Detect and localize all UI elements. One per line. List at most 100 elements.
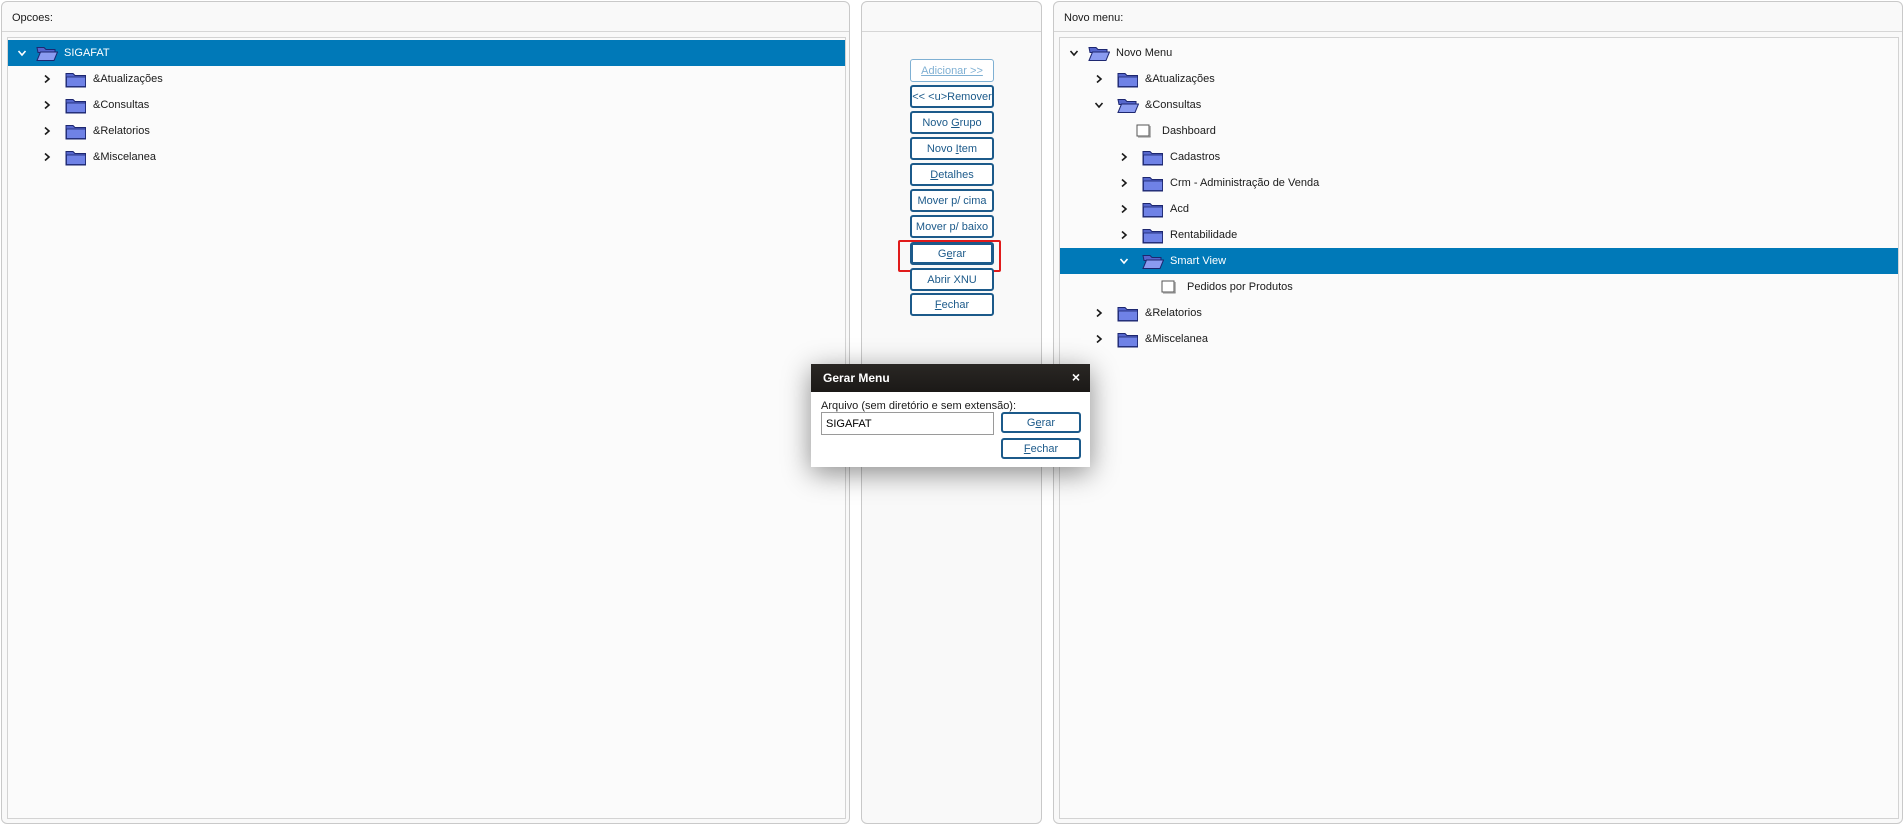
close-icon[interactable]: ×	[1072, 369, 1080, 385]
tree-item-consultas[interactable]: &Consultas	[8, 92, 845, 118]
actions-header	[862, 2, 1041, 32]
folder-icon	[1142, 174, 1164, 192]
label-part: Novo	[922, 116, 952, 129]
new-menu-panel: Novo menu: Novo Menu &Atualizações &Cons…	[1053, 1, 1903, 824]
chevron-right-icon[interactable]	[1118, 151, 1130, 163]
tree-item-label: &Consultas	[93, 99, 150, 111]
close-button[interactable]: Fechar	[910, 293, 994, 316]
tree-item-label: Rentabilidade	[1170, 229, 1238, 241]
tree-item-miscelanea[interactable]: &Miscelanea	[8, 144, 845, 170]
filename-label: Arquivo (sem diretório e sem extensão):	[821, 400, 1017, 412]
tree-item-label: SIGAFAT	[64, 47, 110, 59]
move-down-label: Mover p/ baixo	[915, 220, 989, 233]
new-menu-header: Novo menu:	[1054, 2, 1902, 32]
tree-item-crm[interactable]: Crm - Administração de Venda	[1060, 170, 1898, 196]
remove-button[interactable]: << <u>Remover	[910, 85, 994, 108]
move-up-button[interactable]: Mover p/ cima	[910, 189, 994, 212]
label-part: G	[937, 247, 947, 260]
folder-icon	[1117, 70, 1139, 88]
generate-menu-dialog: Gerar Menu × Arquivo (sem diretório e se…	[811, 364, 1090, 467]
dialog-title-bar: Gerar Menu ×	[811, 364, 1090, 392]
label-part: Novo	[926, 142, 956, 155]
tree-item-miscelanea[interactable]: &Miscelanea	[1060, 326, 1898, 352]
tree-item-consultas[interactable]: &Consultas	[1060, 92, 1898, 118]
dialog-generate-button[interactable]: Ge rar	[1001, 412, 1081, 433]
folder-open-icon	[1117, 96, 1139, 114]
tree-item-label: &Relatorios	[1145, 307, 1202, 319]
tree-item-atualizacoes[interactable]: &Atualizações	[1060, 66, 1898, 92]
tree-item-rentabilidade[interactable]: Rentabilidade	[1060, 222, 1898, 248]
label-part: rupo	[959, 116, 982, 129]
chevron-down-icon[interactable]	[1068, 47, 1080, 59]
folder-icon	[1142, 200, 1164, 218]
chevron-right-icon[interactable]	[41, 125, 53, 137]
chevron-down-icon[interactable]	[16, 47, 28, 59]
chevron-right-icon[interactable]	[1118, 203, 1130, 215]
label-accel: F	[1023, 442, 1031, 455]
dialog-title: Gerar Menu	[823, 371, 890, 385]
chevron-right-icon[interactable]	[1093, 73, 1105, 85]
folder-icon	[1142, 226, 1164, 244]
folder-icon	[65, 122, 87, 140]
tree-item-relatorios[interactable]: &Relatorios	[8, 118, 845, 144]
options-panel: Opcoes: SIGAFAT &Atualizações &Consultas…	[1, 1, 850, 824]
tree-item-label: &Miscelanea	[1145, 333, 1208, 345]
dialog-close-button[interactable]: Fechar	[1001, 438, 1081, 459]
tree-item-dashboard[interactable]: Dashboard	[1060, 118, 1898, 144]
tree-item-label: Pedidos por Produtos	[1187, 281, 1293, 293]
label-part: echar	[1030, 442, 1059, 455]
chevron-right-icon[interactable]	[41, 99, 53, 111]
folder-icon	[1117, 330, 1139, 348]
chevron-down-icon[interactable]	[1093, 99, 1105, 111]
chevron-right-icon[interactable]	[1118, 229, 1130, 241]
folder-icon	[1142, 148, 1164, 166]
new-group-button[interactable]: Novo Grupo	[910, 111, 994, 134]
new-item-button[interactable]: Novo Item	[910, 137, 994, 160]
tree-item-novo-menu[interactable]: Novo Menu	[1060, 40, 1898, 66]
new-menu-tree[interactable]: Novo Menu &Atualizações &Consultas Dashb…	[1059, 37, 1899, 819]
label-part: echar	[941, 298, 970, 311]
tree-item-label: Smart View	[1170, 255, 1227, 267]
tree-item-cadastros[interactable]: Cadastros	[1060, 144, 1898, 170]
chevron-right-icon[interactable]	[1118, 177, 1130, 189]
details-button[interactable]: Detalhes	[910, 163, 994, 186]
generate-button[interactable]: Ge rar	[910, 242, 994, 265]
filename-input[interactable]	[821, 412, 994, 435]
tree-item-label: Acd	[1170, 203, 1189, 215]
folder-icon	[65, 70, 87, 88]
folder-icon	[65, 148, 87, 166]
label-part: rar	[952, 247, 967, 260]
chevron-right-icon[interactable]	[41, 151, 53, 163]
tree-item-label: Novo Menu	[1116, 47, 1173, 59]
add-button[interactable]: Adicionar >>	[910, 59, 994, 82]
tree-item-label: &Consultas	[1145, 99, 1202, 111]
open-xnu-button[interactable]: Abrir XNU	[910, 268, 994, 291]
tree-item-label: Crm - Administração de Venda	[1170, 177, 1320, 189]
label-part: rar	[1041, 416, 1056, 429]
document-icon	[1136, 124, 1152, 138]
tree-item-smart-view[interactable]: Smart View	[1060, 248, 1898, 274]
options-header: Opcoes:	[2, 2, 849, 32]
tree-item-sigafat[interactable]: SIGAFAT	[8, 40, 845, 66]
folder-icon	[1117, 304, 1139, 322]
folder-open-icon	[1142, 252, 1164, 270]
tree-item-acd[interactable]: Acd	[1060, 196, 1898, 222]
tree-item-pedidos[interactable]: Pedidos por Produtos	[1060, 274, 1898, 300]
chevron-right-icon[interactable]	[41, 73, 53, 85]
chevron-right-icon[interactable]	[1093, 333, 1105, 345]
move-down-button[interactable]: Mover p/ baixo	[910, 215, 994, 238]
document-icon	[1161, 280, 1177, 294]
label-part: G	[1026, 416, 1036, 429]
tree-item-relatorios[interactable]: &Relatorios	[1060, 300, 1898, 326]
folder-open-icon	[1088, 44, 1110, 62]
folder-icon	[65, 96, 87, 114]
remove-button-label: << <u>Remover	[912, 90, 992, 103]
options-tree[interactable]: SIGAFAT &Atualizações &Consultas &Relato…	[7, 37, 846, 819]
tree-item-label: Cadastros	[1170, 151, 1221, 163]
tree-item-atualizacoes[interactable]: &Atualizações	[8, 66, 845, 92]
chevron-right-icon[interactable]	[1093, 307, 1105, 319]
chevron-down-icon[interactable]	[1118, 255, 1130, 267]
open-xnu-label: Abrir XNU	[927, 273, 977, 286]
label-accel: F	[934, 298, 942, 311]
add-button-label: Adicionar >>	[921, 64, 983, 77]
